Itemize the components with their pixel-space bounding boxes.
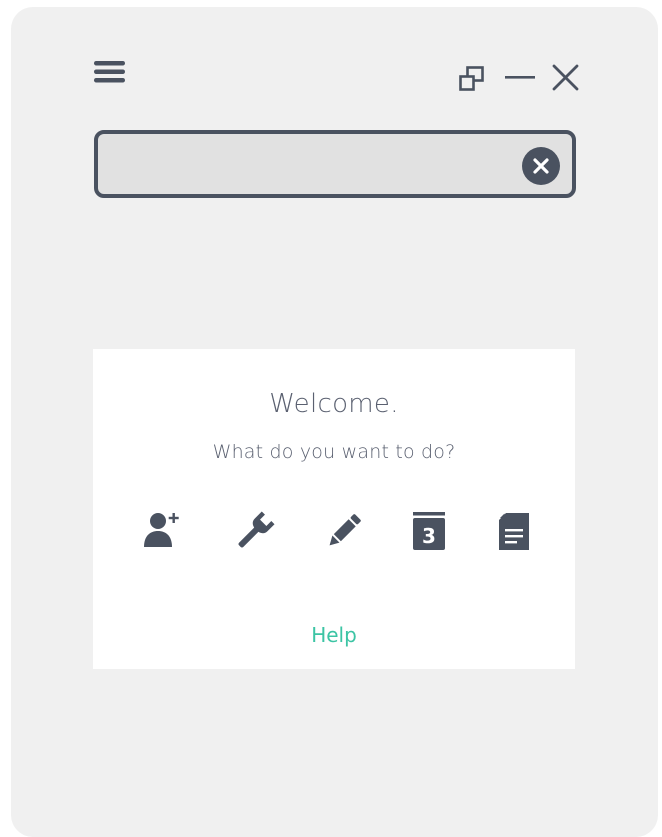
clear-search-button[interactable] (522, 147, 560, 185)
welcome-card: Welcome. What do you want to do? 3 Help (93, 349, 575, 669)
restore-window-icon (459, 66, 484, 91)
search-box (94, 130, 576, 198)
minimize-icon (505, 76, 535, 79)
calendar-icon: 3 (413, 512, 445, 550)
search-input[interactable] (110, 144, 514, 186)
clear-icon (533, 158, 549, 174)
pencil-icon (329, 514, 361, 546)
calendar-day: 3 (422, 524, 436, 548)
welcome-subtitle: What do you want to do? (212, 441, 456, 463)
add-user-button[interactable] (141, 509, 187, 555)
minimize-button[interactable] (504, 64, 536, 94)
close-icon (552, 64, 579, 91)
restore-button[interactable] (457, 64, 487, 94)
add-user-icon (144, 513, 179, 547)
tools-button[interactable] (231, 509, 277, 555)
wrench-icon (238, 511, 275, 548)
hamburger-menu-icon (94, 61, 125, 83)
menu-button[interactable] (93, 59, 127, 87)
welcome-title: Welcome. (269, 389, 399, 419)
help-link[interactable]: Help (93, 623, 575, 647)
edit-button[interactable] (320, 509, 366, 555)
close-button[interactable] (550, 62, 582, 94)
document-icon (499, 513, 529, 550)
calendar-button[interactable]: 3 (406, 509, 452, 555)
app-window: Welcome. What do you want to do? 3 Help (11, 7, 658, 837)
document-button[interactable] (491, 509, 537, 555)
